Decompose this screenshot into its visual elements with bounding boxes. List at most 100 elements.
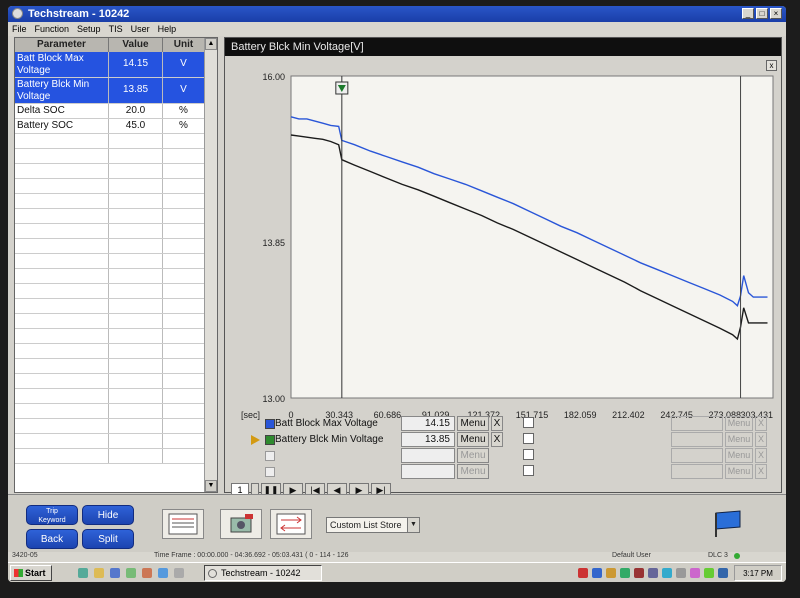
empty-table-row[interactable] xyxy=(15,404,205,419)
trip-keyword-button[interactable]: Trip Keyword xyxy=(26,505,78,525)
legend-right-menu-button[interactable]: Menu xyxy=(725,416,753,431)
header-value[interactable]: Value xyxy=(109,38,163,52)
legend-right-remove-button[interactable]: X xyxy=(755,416,767,431)
table-row[interactable]: Battery Blck Min Voltage 13.85 V xyxy=(15,78,205,104)
table-row[interactable]: Delta SOC 20.0 % xyxy=(15,104,205,119)
menu-file[interactable]: File xyxy=(12,24,27,34)
empty-table-row[interactable] xyxy=(15,164,205,179)
table-row[interactable]: Battery SOC 45.0 % xyxy=(15,119,205,134)
empty-table-row[interactable] xyxy=(15,179,205,194)
scroll-down-arrow-icon[interactable]: ▼ xyxy=(205,480,217,492)
legend-remove-button[interactable]: X xyxy=(491,432,503,447)
legend-menu-button[interactable]: Menu xyxy=(457,432,489,447)
tray-icon[interactable] xyxy=(648,568,658,578)
empty-table-row[interactable] xyxy=(15,149,205,164)
menu-user[interactable]: User xyxy=(131,24,150,34)
legend-checkbox[interactable] xyxy=(523,465,534,476)
empty-cell xyxy=(109,449,163,463)
empty-table-row[interactable] xyxy=(15,269,205,284)
tray-icon[interactable] xyxy=(634,568,644,578)
tray-icon[interactable] xyxy=(704,568,714,578)
legend-right-menu-button[interactable]: Menu xyxy=(725,432,753,447)
table-row[interactable]: Batt Block Max Voltage 14.15 V xyxy=(15,52,205,78)
legend-menu-button[interactable]: Menu xyxy=(457,464,489,479)
empty-table-row[interactable] xyxy=(15,449,205,464)
empty-cell xyxy=(109,329,163,343)
legend-remove-button[interactable]: X xyxy=(491,416,503,431)
chevron-down-icon[interactable]: ▼ xyxy=(407,518,419,532)
snapshot-icon[interactable] xyxy=(220,509,262,539)
menu-tis[interactable]: TIS xyxy=(109,24,123,34)
quicklaunch-icon[interactable] xyxy=(174,568,184,578)
empty-table-row[interactable] xyxy=(15,419,205,434)
legend-right-box xyxy=(671,432,723,447)
list-store-select[interactable]: Custom List Store ▼ xyxy=(326,517,420,533)
table-scrollbar[interactable]: ▲ ▼ xyxy=(204,38,217,492)
empty-cell xyxy=(15,284,109,298)
empty-table-row[interactable] xyxy=(15,254,205,269)
scroll-up-arrow-icon[interactable]: ▲ xyxy=(205,38,217,50)
legend-right-remove-button[interactable]: X xyxy=(755,464,767,479)
empty-cell xyxy=(15,419,109,433)
empty-table-row[interactable] xyxy=(15,194,205,209)
tray-icon[interactable] xyxy=(578,568,588,578)
menu-setup[interactable]: Setup xyxy=(77,24,101,34)
split-button[interactable]: Split xyxy=(82,529,134,549)
legend-right-menu-button[interactable]: Menu xyxy=(725,448,753,463)
tray-icon[interactable] xyxy=(676,568,686,578)
tray-icon[interactable] xyxy=(690,568,700,578)
empty-table-row[interactable] xyxy=(15,239,205,254)
legend-checkbox[interactable] xyxy=(523,433,534,444)
empty-table-row[interactable] xyxy=(15,209,205,224)
quicklaunch-icon[interactable] xyxy=(142,568,152,578)
empty-table-row[interactable] xyxy=(15,134,205,149)
empty-table-row[interactable] xyxy=(15,389,205,404)
app-logo-icon xyxy=(12,8,23,19)
empty-cell xyxy=(109,179,163,193)
quicklaunch-icon[interactable] xyxy=(94,568,104,578)
tray-icon[interactable] xyxy=(718,568,728,578)
legend-checkbox[interactable] xyxy=(523,449,534,460)
empty-table-row[interactable] xyxy=(15,344,205,359)
empty-cell xyxy=(163,359,205,373)
maximize-button[interactable]: □ xyxy=(756,8,768,19)
cell-unit: % xyxy=(163,104,205,118)
tray-icon[interactable] xyxy=(606,568,616,578)
taskbar-techstream-item[interactable]: Techstream - 10242 xyxy=(204,565,322,581)
quicklaunch-icon[interactable] xyxy=(126,568,136,578)
empty-table-row[interactable] xyxy=(15,224,205,239)
quicklaunch-icon[interactable] xyxy=(158,568,168,578)
header-parameter[interactable]: Parameter xyxy=(15,38,109,52)
legend-right-remove-button[interactable]: X xyxy=(755,448,767,463)
empty-table-row[interactable] xyxy=(15,359,205,374)
hide-button[interactable]: Hide xyxy=(82,505,134,525)
quicklaunch-icon[interactable] xyxy=(110,568,120,578)
flag-icon[interactable] xyxy=(712,507,744,537)
tray-icon[interactable] xyxy=(592,568,602,578)
menu-function[interactable]: Function xyxy=(35,24,70,34)
quicklaunch-icon[interactable] xyxy=(78,568,88,578)
legend-right-menu-button[interactable]: Menu xyxy=(725,464,753,479)
voltage-chart[interactable]: 16.00 13.85 13.00 0 30.343 60.686 91.029 121… xyxy=(225,56,781,426)
legend-right-remove-button[interactable]: X xyxy=(755,432,767,447)
tray-icon[interactable] xyxy=(620,568,630,578)
empty-table-row[interactable] xyxy=(15,299,205,314)
minimize-button[interactable]: _ xyxy=(742,8,754,19)
empty-table-row[interactable] xyxy=(15,374,205,389)
data-list-icon[interactable] xyxy=(162,509,204,539)
start-button[interactable]: Start xyxy=(10,565,52,581)
empty-table-row[interactable] xyxy=(15,284,205,299)
header-unit[interactable]: Unit xyxy=(163,38,205,52)
empty-table-row[interactable] xyxy=(15,314,205,329)
empty-cell xyxy=(163,374,205,388)
record-icon[interactable] xyxy=(270,509,312,539)
legend-menu-button[interactable]: Menu xyxy=(457,416,489,431)
tray-icon[interactable] xyxy=(662,568,672,578)
empty-table-row[interactable] xyxy=(15,434,205,449)
back-button[interactable]: Back xyxy=(26,529,78,549)
close-window-button[interactable]: × xyxy=(770,8,782,19)
menu-help[interactable]: Help xyxy=(158,24,177,34)
legend-menu-button[interactable]: Menu xyxy=(457,448,489,463)
empty-table-row[interactable] xyxy=(15,329,205,344)
legend-checkbox[interactable] xyxy=(523,417,534,428)
